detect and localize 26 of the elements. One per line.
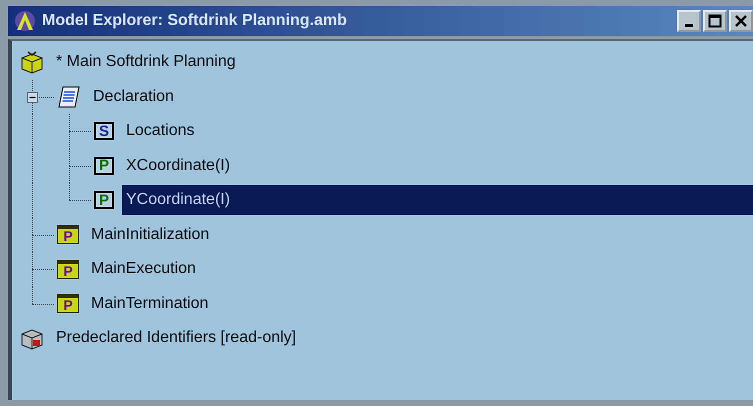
procedure-folder-icon: P — [57, 260, 79, 279]
window-title: Model Explorer: Softdrink Planning.amb — [42, 12, 348, 30]
identifier-type-icon: P — [94, 156, 114, 175]
maximize-icon — [708, 14, 722, 28]
tree-item[interactable]: MainInitialization — [87, 220, 214, 250]
tree-item[interactable]: * Main Softdrink Planning — [52, 47, 240, 78]
tree-item[interactable]: Predeclared Identifiers [read-only] — [52, 323, 300, 354]
maximize-button[interactable] — [703, 10, 727, 32]
minimize-button[interactable] — [677, 10, 701, 32]
app-logo-icon — [14, 10, 36, 32]
tree-item[interactable]: YCoordinate(I) — [122, 185, 753, 216]
procedure-folder-icon: P — [57, 294, 79, 314]
procedure-folder-icon: P — [57, 225, 79, 244]
minimize-icon — [685, 24, 693, 27]
tree-item[interactable]: Locations — [122, 116, 198, 146]
tree-item[interactable]: MainTermination — [87, 288, 212, 319]
close-icon — [734, 14, 748, 28]
identifier-type-icon: S — [94, 122, 114, 140]
collapse-toggle-icon[interactable] — [27, 92, 38, 103]
tree-item[interactable]: XCoordinate(I) — [122, 150, 234, 181]
close-button[interactable] — [729, 10, 753, 32]
scroll-icon — [57, 84, 81, 109]
tree-item[interactable]: MainExecution — [87, 254, 200, 284]
package-box-icon — [20, 50, 44, 74]
tree-item[interactable]: Declaration — [89, 82, 178, 112]
identifier-type-icon: P — [94, 191, 114, 210]
